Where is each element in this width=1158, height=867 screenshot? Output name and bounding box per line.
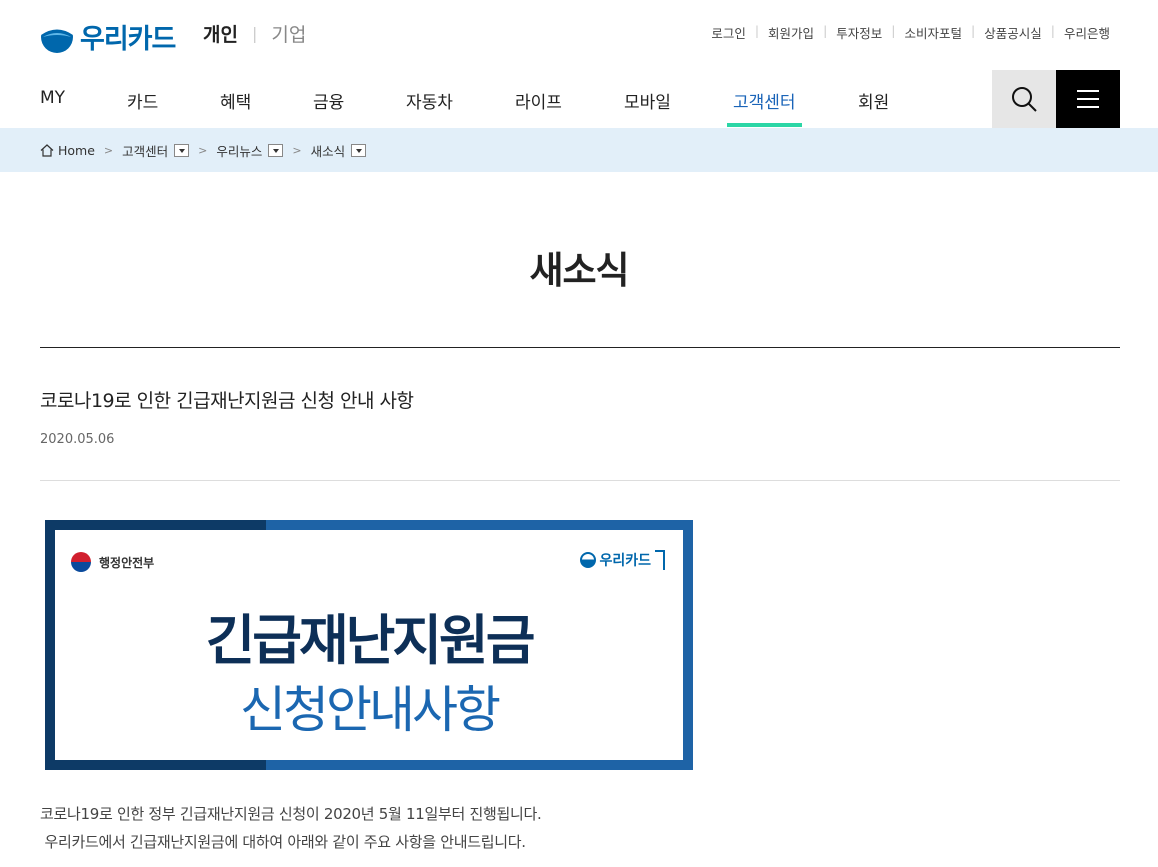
breadcrumb-home[interactable]: Home (40, 143, 95, 158)
util-divider: | (1050, 23, 1055, 38)
banner-subheadline: 신청안내사항 (240, 681, 501, 739)
article-date: 2020.05.06 (40, 432, 115, 447)
breadcrumb: Home > 고객센터 > 우리뉴스 > 새소식 (0, 128, 1158, 172)
search-button[interactable] (992, 70, 1056, 128)
corner-bracket-icon (655, 550, 665, 570)
home-icon (40, 143, 54, 157)
article-title: 코로나19로 인한 긴급재난지원금 신청 안내 사항 (40, 390, 414, 412)
article-body: 코로나19로 인한 정부 긴급재난지원금 신청이 2020년 5월 11일부터 … (40, 800, 542, 856)
gnb-item-car[interactable]: 자동차 (406, 88, 453, 113)
util-divider: | (971, 23, 976, 38)
article-header-divider (40, 480, 1120, 481)
article-body-line: 코로나19로 인한 정부 긴급재난지원금 신청이 2020년 5월 11일부터 … (40, 805, 542, 823)
chevron-right-icon: > (103, 143, 114, 157)
banner-gov-logo: 행정안전부 (71, 552, 154, 572)
gnb-item-benefit[interactable]: 혜택 (220, 88, 251, 113)
util-login-link[interactable]: 로그인 (711, 23, 746, 42)
breadcrumb-level1-dropdown[interactable] (174, 143, 190, 157)
util-divider: | (754, 23, 760, 38)
util-investor-link[interactable]: 투자정보 (836, 23, 882, 42)
banner-headline: 긴급재난지원금 (205, 609, 536, 672)
logo-text: 우리카드 (80, 24, 176, 55)
utility-links: 로그인 | 회원가입 | 투자정보 | 소비자포털 | 상품공시실 | 우리은행 (711, 23, 1110, 42)
page-title: 새소식 (529, 249, 629, 292)
banner-inner: 행정안전부 우리카드 긴급재난지원금 신청안내사항 (55, 530, 683, 760)
title-divider (40, 347, 1120, 348)
breadcrumb-level2-dropdown[interactable] (268, 143, 284, 157)
util-signup-link[interactable]: 회원가입 (768, 23, 814, 42)
chevron-right-icon: > (198, 143, 208, 157)
gnb-item-my[interactable]: MY (40, 88, 65, 108)
top-header: 우리카드 개인 | 기업 로그인 | 회원가입 | 투자정보 | 소비자포털 |… (0, 0, 1158, 70)
taegeuk-emblem-icon (71, 552, 91, 572)
logo-mark-icon (40, 19, 74, 54)
gnb-active-indicator (727, 123, 802, 127)
util-product-disclosure-link[interactable]: 상품공시실 (984, 23, 1042, 42)
gnb-item-finance[interactable]: 금융 (313, 88, 344, 113)
global-nav: MY 카드 혜택 금융 자동차 라이프 모바일 고객센터 회원 (0, 70, 1158, 128)
gnb-item-customer-center[interactable]: 고객센터 (733, 88, 796, 113)
banner-gov-label: 행정안전부 (99, 555, 155, 570)
site-corporate-link[interactable]: 기업 (271, 20, 306, 47)
banner-brand-label: 우리카드 (599, 553, 651, 569)
site-switch-divider: | (251, 24, 258, 43)
gnb-item-card[interactable]: 카드 (127, 88, 158, 113)
breadcrumb-level2[interactable]: 우리뉴스 (216, 141, 262, 160)
gnb-item-member[interactable]: 회원 (858, 88, 889, 113)
breadcrumb-level1[interactable]: 고객센터 (122, 141, 168, 160)
hamburger-menu-icon (1077, 90, 1099, 108)
banner-brand-logo: 우리카드 (580, 550, 665, 570)
woori-card-logo[interactable]: 우리카드 (40, 17, 176, 56)
breadcrumb-home-label: Home (58, 142, 95, 158)
site-switch: 개인 | 기업 (203, 20, 306, 47)
article-body-line: 우리카드에서 긴급재난지원금에 대하여 아래와 같이 주요 사항을 안내드립니다… (40, 833, 526, 851)
brand-mark-icon (580, 552, 597, 568)
util-divider: | (891, 23, 896, 38)
gnb-item-life[interactable]: 라이프 (515, 88, 562, 113)
chevron-right-icon: > (292, 143, 302, 157)
site-personal-link[interactable]: 개인 (203, 20, 238, 47)
util-divider: | (823, 23, 828, 38)
article-banner-image: 행정안전부 우리카드 긴급재난지원금 신청안내사항 (45, 520, 693, 770)
gnb-item-mobile[interactable]: 모바일 (624, 88, 671, 113)
breadcrumb-level3-dropdown[interactable] (351, 143, 367, 157)
menu-button[interactable] (1056, 70, 1120, 128)
search-icon (1012, 87, 1037, 112)
breadcrumb-level3[interactable]: 새소식 (311, 141, 346, 160)
util-woori-bank-link[interactable]: 우리은행 (1064, 23, 1110, 42)
util-consumer-portal-link[interactable]: 소비자포털 (905, 23, 963, 42)
